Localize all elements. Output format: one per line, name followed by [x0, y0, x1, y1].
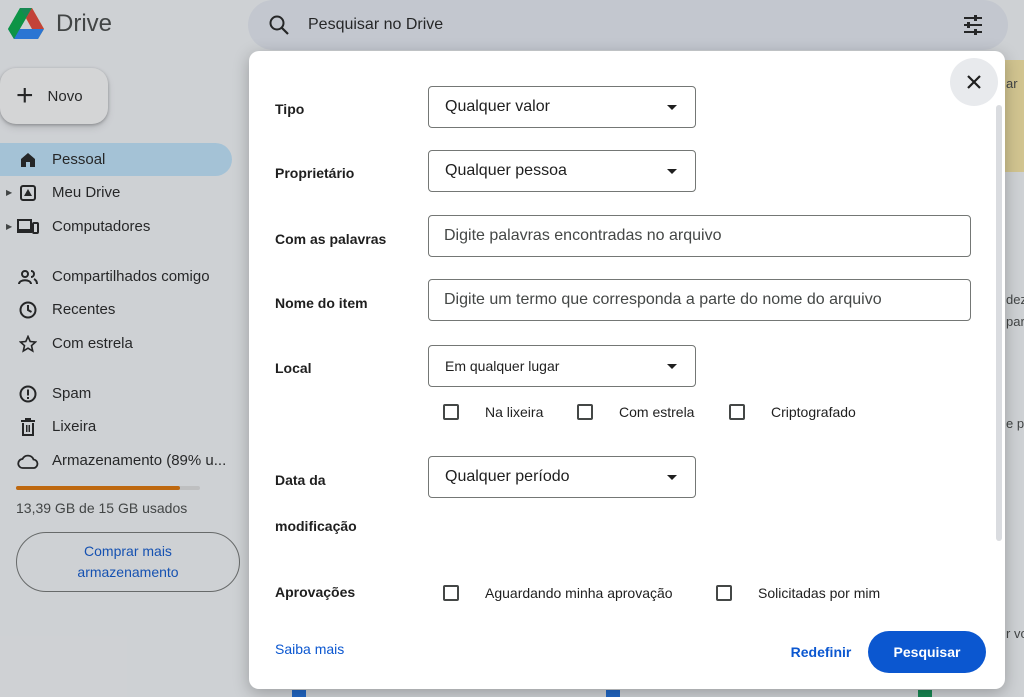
- approvals-label: Aprovações: [275, 584, 356, 600]
- words-input[interactable]: [428, 215, 971, 257]
- checkbox-label: Aguardando minha aprovação: [485, 585, 673, 601]
- dropdown-arrow-icon: [667, 475, 677, 480]
- dropdown-arrow-icon: [667, 105, 677, 110]
- checkbox-label: Criptografado: [771, 404, 856, 420]
- in-trash-checkbox[interactable]: Na lixeira: [443, 404, 543, 420]
- encrypted-checkbox[interactable]: Criptografado: [729, 404, 856, 420]
- type-label: Tipo: [275, 101, 305, 117]
- location-select[interactable]: Em qualquer lugar: [428, 345, 696, 387]
- words-label: Com as palavras: [275, 231, 387, 247]
- owner-select[interactable]: Qualquer pessoa: [428, 150, 696, 192]
- checkbox-label: Com estrela: [619, 404, 695, 420]
- owner-select-value: Qualquer pessoa: [445, 162, 567, 179]
- checkbox[interactable]: [577, 404, 593, 420]
- item-name-input[interactable]: [428, 279, 971, 321]
- awaiting-approval-checkbox[interactable]: Aguardando minha aprovação: [443, 585, 673, 601]
- checkbox-label: Na lixeira: [485, 404, 544, 420]
- checkbox-label: Solicitadas por mim: [758, 585, 881, 601]
- checkbox[interactable]: [443, 404, 459, 420]
- type-select[interactable]: Qualquer valor: [428, 86, 696, 128]
- dropdown-arrow-icon: [667, 364, 677, 369]
- search-button[interactable]: Pesquisar: [868, 631, 986, 673]
- requested-by-me-checkbox[interactable]: Solicitadas por mim: [716, 585, 880, 601]
- dialog-scrollbar[interactable]: [996, 105, 1002, 541]
- starred-checkbox[interactable]: Com estrela: [577, 404, 694, 420]
- close-icon: [967, 75, 981, 89]
- reset-button[interactable]: Redefinir: [781, 634, 861, 670]
- modified-date-select-value: Qualquer período: [445, 468, 570, 485]
- modified-date-label-line-2: modificação: [275, 518, 357, 534]
- checkbox[interactable]: [443, 585, 459, 601]
- item-name-label: Nome do item: [275, 295, 368, 311]
- modified-date-select[interactable]: Qualquer período: [428, 456, 696, 498]
- advanced-search-dialog: Tipo Qualquer valor Proprietário Qualque…: [249, 51, 1005, 689]
- learn-more-link[interactable]: Saiba mais: [275, 641, 344, 657]
- modified-date-label-line-1: Data da: [275, 472, 326, 488]
- checkbox[interactable]: [729, 404, 745, 420]
- location-label: Local: [275, 360, 312, 376]
- dropdown-arrow-icon: [667, 169, 677, 174]
- close-button[interactable]: [950, 58, 998, 106]
- checkbox[interactable]: [716, 585, 732, 601]
- location-select-value: Em qualquer lugar: [445, 358, 560, 374]
- owner-label: Proprietário: [275, 165, 355, 181]
- type-select-value: Qualquer valor: [445, 98, 550, 115]
